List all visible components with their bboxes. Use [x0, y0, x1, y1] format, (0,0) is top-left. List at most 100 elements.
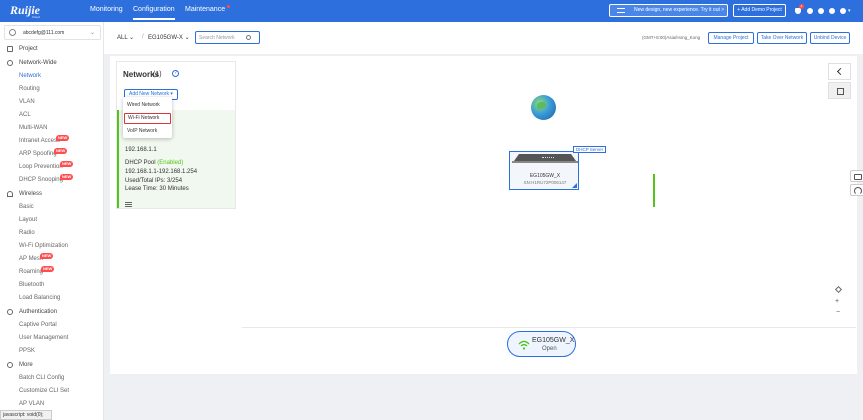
brand-tagline: Cloud — [32, 15, 40, 19]
promo-arrow: > — [721, 7, 725, 13]
sidebar-item-multi-wan[interactable]: Multi-WAN — [0, 122, 104, 134]
gateway-device-node[interactable]: EG105GW_X SN:H1RU72P006147 — [509, 151, 579, 190]
feedback-chat-icon[interactable] — [850, 170, 863, 182]
sidebar-group-label: More — [19, 362, 33, 368]
sidebar-item-captive-portal[interactable]: Captive Portal — [0, 319, 104, 331]
unbind-device-button[interactable]: Unbind Device — [810, 32, 850, 44]
breadcrumb-device-selector[interactable]: EG105GW-X ⌄ — [148, 34, 190, 41]
sidebar-item-bluetooth[interactable]: Bluetooth — [0, 279, 104, 291]
notification-count-badge: 4 — [799, 4, 804, 9]
sidebar-item-acl[interactable]: ACL — [0, 109, 104, 121]
breadcrumb-separator: / — [142, 34, 144, 40]
search-input[interactable] — [199, 33, 247, 43]
breadcrumb-bar: ALL ⌄ / EG105GW-X ⌄ (GMT+8:00)Asia/Hong_… — [104, 22, 863, 54]
networks-count: (1) — [153, 71, 162, 78]
account-email: abcdefg@111.com — [23, 30, 65, 36]
sidebar-item-roaming[interactable]: Roaming NEW — [0, 266, 104, 278]
chevron-down-icon[interactable]: ▾ — [848, 8, 851, 14]
project-icon — [7, 46, 13, 52]
gear-icon — [7, 362, 13, 368]
wifi-security: Open — [542, 346, 557, 352]
dashboard-icon[interactable] — [829, 8, 835, 14]
manage-project-button[interactable]: Manage Project — [708, 32, 754, 44]
sidebar-item-arp-spoofing[interactable]: ARP Spoofing NEW — [0, 148, 104, 160]
nav-maintenance[interactable]: Maintenance — [185, 6, 225, 13]
breadcrumb-scope-selector[interactable]: ALL ⌄ — [117, 34, 134, 41]
sidebar-item-batch-cli-config[interactable]: Batch CLI Config — [0, 372, 104, 384]
lock-icon — [7, 309, 13, 315]
dhcp-pool-state: (Enabled) — [157, 160, 184, 166]
sidebar-item-user-management[interactable]: User Management — [0, 332, 104, 344]
support-headset-icon[interactable] — [850, 184, 863, 196]
take-over-network-button[interactable]: Take Over Network — [757, 32, 807, 44]
sidebar-item-routing[interactable]: Routing — [0, 83, 104, 95]
new-badge: NEW — [40, 253, 54, 259]
new-badge: NEW — [56, 135, 70, 141]
device-name: EG105GW_X — [529, 173, 561, 179]
ruijie-logo[interactable]: Ruijie Cloud — [10, 3, 66, 19]
internet-globe-icon[interactable] — [531, 95, 556, 120]
sidebar-label: DHCP Snooping — [19, 177, 63, 183]
add-network-dropdown: Wired Network Wi-Fi Network VoIP Network — [123, 97, 172, 138]
sidebar-group-network-wide[interactable]: Network-Wide — [0, 57, 104, 69]
sidebar-item-project[interactable]: Project — [0, 43, 104, 55]
add-demo-project-button[interactable]: + Add Demo Project — [733, 4, 786, 17]
wifi-icon — [518, 340, 530, 350]
sidebar-item-customize-cli-set[interactable]: Customize CLI Set — [0, 385, 104, 397]
nav-configuration[interactable]: Configuration — [133, 6, 175, 20]
sidebar-item-network[interactable]: Network — [0, 70, 104, 82]
wifi-icon — [7, 191, 13, 197]
sidebar-item-intranet-access[interactable]: Intranet Access NEW — [0, 135, 104, 147]
zoom-in-icon[interactable]: + — [835, 298, 839, 305]
sidebar-item-radio[interactable]: Radio — [0, 227, 104, 239]
collapse-panel-button[interactable] — [828, 63, 851, 80]
search-network-box[interactable] — [195, 31, 260, 44]
dhcp-pool-range: 192.168.1.1-192.168.1.254 — [125, 169, 198, 175]
device-leds — [542, 157, 554, 158]
sidebar-item-load-balancing[interactable]: Load Balancing — [0, 292, 104, 304]
sidebar-group-authentication[interactable]: Authentication — [0, 306, 104, 318]
sidebar-group-wireless[interactable]: Wireless — [0, 188, 104, 200]
breadcrumb-scope: ALL — [117, 35, 128, 41]
wifi-network-node[interactable]: EG105GW_X Open — [507, 331, 576, 357]
dhcp-pool-line: DHCP Pool (Enabled) — [125, 160, 183, 166]
sidebar-item-vlan[interactable]: VLAN — [0, 96, 104, 108]
sidebar-item-basic[interactable]: Basic — [0, 201, 104, 213]
new-badge: NEW — [41, 266, 55, 272]
sidebar-label: Project — [19, 46, 38, 52]
search-icon[interactable] — [246, 35, 251, 40]
dropdown-item-wired-network[interactable]: Wired Network — [124, 100, 171, 111]
caret-down-icon: ▾ — [170, 91, 173, 97]
dhcp-pool-label: DHCP Pool — [125, 160, 156, 166]
sidebar-item-ap-vlan[interactable]: AP VLAN — [0, 398, 104, 410]
help-icon[interactable]: ? — [172, 70, 179, 77]
dropdown-item-wifi-network[interactable]: Wi-Fi Network — [124, 113, 171, 124]
account-selector[interactable]: abcdefg@111.com ⌄ — [4, 25, 101, 40]
sidebar-group-more[interactable]: More — [0, 359, 104, 371]
promo-text: New design, new experience. Try it out — [634, 7, 720, 13]
topology-legend-button[interactable] — [828, 82, 851, 99]
help-icon[interactable] — [807, 8, 813, 14]
nav-monitoring[interactable]: Monitoring — [90, 6, 123, 13]
language-globe-icon[interactable] — [818, 8, 824, 14]
sidebar-item-loop-prevention[interactable]: Loop Prevention NEW — [0, 161, 104, 173]
sidebar-item-wifi-optimization[interactable]: Wi-Fi Optimization — [0, 240, 104, 252]
router-base-shape — [512, 161, 578, 163]
sidebar-item-ap-mesh[interactable]: AP Mesh NEW — [0, 253, 104, 265]
user-icon — [9, 29, 16, 36]
user-avatar-icon[interactable] — [840, 8, 846, 14]
dhcp-server-tag: DHCP Server — [573, 146, 607, 153]
sidebar-group-label: Wireless — [19, 191, 43, 197]
sidebar-item-layout[interactable]: Layout — [0, 214, 104, 226]
sidebar-item-ppsk[interactable]: PPSK — [0, 345, 104, 357]
new-badge: NEW — [54, 148, 68, 154]
zoom-out-icon[interactable]: − — [836, 309, 840, 316]
dropdown-item-voip-network[interactable]: VoIP Network — [124, 126, 171, 137]
sidebar-label: Intranet Access — [19, 138, 61, 144]
new-design-banner-button[interactable]: New design, new experience. Try it out > — [609, 4, 728, 17]
gateway-ip: 192.168.1.1 — [125, 147, 157, 153]
sidebar-group-label: Network-Wide — [19, 60, 57, 66]
menu-icon — [617, 8, 625, 13]
sidebar-item-dhcp-snooping[interactable]: DHCP Snooping NEW — [0, 174, 104, 186]
menu-icon[interactable] — [125, 202, 132, 207]
